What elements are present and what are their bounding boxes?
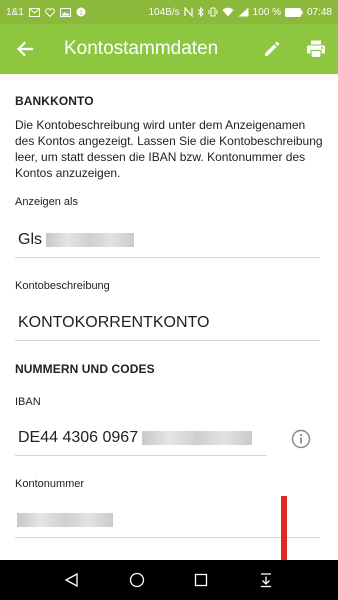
- description-help-text: Die Kontobeschreibung wird unter dem Anz…: [15, 118, 323, 180]
- network-speed: 104B/s: [148, 6, 180, 18]
- account-master-data-form[interactable]: BANKKONTO Die Kontobeschreibung wird unt…: [0, 74, 338, 560]
- arrow-back-icon: [16, 41, 34, 57]
- signal-icon: [238, 7, 249, 17]
- redacted-block: [17, 512, 113, 527]
- circle-home-icon: [129, 572, 144, 588]
- redacted-block: [46, 232, 134, 247]
- nav-back-button[interactable]: [54, 562, 90, 598]
- system-navigation-bar: [0, 560, 338, 600]
- vibrate-icon: [208, 7, 218, 17]
- pencil-icon: [265, 41, 280, 56]
- iban-input[interactable]: DE44 4306 0967: [15, 420, 267, 456]
- bluetooth-icon: [197, 7, 204, 17]
- clock: 07:48: [306, 6, 332, 18]
- back-button[interactable]: [0, 24, 50, 74]
- battery-percent: 100 %: [252, 6, 281, 18]
- account-description-label: Kontobeschreibung: [15, 280, 110, 292]
- battery-icon: [284, 7, 303, 17]
- page-title: Kontostammdaten: [64, 38, 219, 59]
- carrier-name: 1&1: [6, 6, 24, 18]
- status-right: 104B/s 100 % 07:48: [148, 7, 332, 18]
- iban-label: IBAN: [15, 396, 41, 408]
- section-title-bank-account: BANKKONTO: [15, 94, 94, 108]
- triangle-back-icon: [64, 572, 78, 588]
- edit-button[interactable]: [250, 24, 294, 74]
- redacted-block: [142, 430, 253, 445]
- app-bar: Kontostammdaten: [0, 24, 338, 74]
- iban-info-button[interactable]: [291, 429, 311, 449]
- status-bar: 1&1 1 104B/s 100 % 07:48: [0, 0, 338, 24]
- info-icon: [291, 429, 311, 449]
- section-title-numbers-and-codes: NUMMERN UND CODES: [15, 362, 155, 376]
- app-notification-icon: 1: [76, 7, 86, 17]
- account-number-label: Kontonummer: [15, 478, 85, 490]
- display-as-input[interactable]: Gls: [15, 222, 320, 258]
- nav-recents-button[interactable]: [183, 562, 219, 598]
- nav-notifications-button[interactable]: [248, 562, 284, 598]
- nav-home-button[interactable]: [119, 562, 155, 598]
- square-recents-icon: [195, 573, 208, 587]
- display-as-label: Anzeigen als: [15, 196, 78, 208]
- annotation-arrow-down: [281, 496, 287, 560]
- printer-icon: [307, 40, 325, 59]
- iban-value: DE44 4306 0967: [18, 428, 139, 446]
- image-icon: [59, 7, 71, 17]
- display-as-value: Gls: [18, 230, 42, 248]
- account-description-input[interactable]: KONTOKORRENTKONTO: [15, 305, 320, 341]
- pull-down-icon: [260, 573, 271, 588]
- wifi-icon: [222, 7, 234, 17]
- print-button[interactable]: [294, 24, 338, 74]
- heart-icon: [44, 7, 55, 17]
- status-left: 1&1 1: [6, 7, 86, 18]
- account-description-value: KONTOKORRENTKONTO: [18, 313, 210, 331]
- mail-icon: [28, 7, 40, 17]
- nfc-icon: [184, 7, 193, 17]
